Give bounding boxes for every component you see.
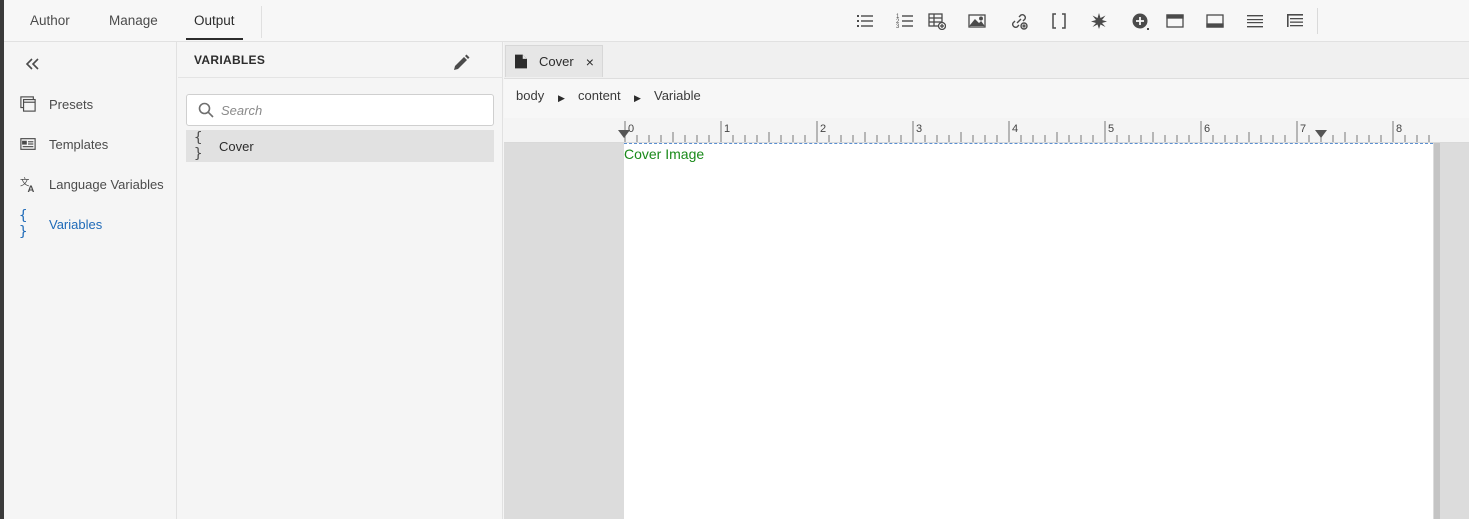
ruler-label: 3 <box>916 123 922 135</box>
bulleted-list-icon[interactable] <box>854 10 876 32</box>
braces-icon: { } <box>194 130 203 162</box>
tab-output[interactable]: Output <box>186 0 243 40</box>
breadcrumb-item[interactable]: body <box>516 88 544 103</box>
page-break-icon[interactable] <box>1244 10 1266 32</box>
breadcrumb-item[interactable]: Variable <box>654 88 701 103</box>
sidebar-item-label: Presets <box>49 96 94 112</box>
tab-manage[interactable]: Manage <box>109 0 158 40</box>
collapse-panel-icon[interactable] <box>22 54 42 74</box>
ruler-label: 0 <box>628 123 634 135</box>
toc-icon[interactable] <box>1284 10 1306 32</box>
asterisk-icon[interactable] <box>1088 10 1110 32</box>
sidebar-item-label: Variables <box>49 216 103 232</box>
search-icon <box>198 102 214 118</box>
header-layout-icon[interactable] <box>1164 10 1186 32</box>
search-input[interactable] <box>221 100 481 120</box>
templates-icon <box>19 135 37 153</box>
svg-text:3: 3 <box>896 24 900 30</box>
panel-header: VARIABLES <box>178 42 503 78</box>
ruler-scale: 0 1 2 3 4 5 6 7 8 <box>618 121 1430 142</box>
braces-icon: { } <box>19 208 28 240</box>
top-bar: Author Manage Output 123 <box>4 0 1469 42</box>
ruler-label: 5 <box>1108 123 1114 135</box>
ruler-label: 8 <box>1396 123 1402 135</box>
edit-pencil-icon[interactable] <box>452 54 470 72</box>
sidebar-item-label: Language Variables <box>49 176 164 192</box>
numbered-list-icon[interactable]: 123 <box>894 10 916 32</box>
variables-panel: VARIABLES { } Cover <box>178 42 503 519</box>
ruler-label: 7 <box>1300 123 1306 135</box>
svg-text:A: A <box>27 184 34 193</box>
sidebar-item-templates[interactable]: Templates <box>4 128 177 160</box>
ruler-label: 2 <box>820 123 826 135</box>
doc-tab-label: Cover <box>539 54 574 69</box>
variable-label: Cover <box>219 138 254 154</box>
ruler-ticks <box>624 121 1430 142</box>
sidebar-item-presets[interactable]: Presets <box>4 88 177 120</box>
insert-table-icon[interactable] <box>926 10 948 32</box>
footer-layout-icon[interactable] <box>1204 10 1226 32</box>
vertical-scrollbar[interactable] <box>1434 143 1440 519</box>
left-nav: Presets Templates 文A Language Variables … <box>4 42 177 519</box>
ruler: 0 1 2 3 4 5 6 7 8 <box>504 118 1469 143</box>
ruler-label: 6 <box>1204 123 1210 135</box>
document-page[interactable]: Cover Image <box>624 143 1433 519</box>
breadcrumb: body ▶ content ▶ Variable <box>504 78 1469 118</box>
breadcrumb-separator-icon: ▶ <box>634 93 641 103</box>
toolbar-divider <box>1317 8 1318 34</box>
document-canvas: Cover Image <box>504 143 1469 519</box>
tab-divider <box>261 6 262 38</box>
brackets-icon[interactable] <box>1048 10 1070 32</box>
right-indent-marker-icon[interactable] <box>1315 130 1327 138</box>
ruler-label: 4 <box>1012 123 1018 135</box>
ruler-labels: 0 1 2 3 4 5 6 7 8 <box>628 123 1402 135</box>
insert-link-icon[interactable] <box>1008 10 1030 32</box>
breadcrumb-item[interactable]: content <box>578 88 621 103</box>
search-box <box>186 94 494 126</box>
list-item[interactable]: { } Cover <box>186 130 494 162</box>
close-icon[interactable]: × <box>586 54 594 70</box>
sidebar-item-language-variables[interactable]: 文A Language Variables <box>4 168 177 200</box>
document-icon <box>515 54 529 70</box>
presets-icon <box>19 95 37 113</box>
ruler-label: 1 <box>724 123 730 135</box>
breadcrumb-separator-icon: ▶ <box>558 93 565 103</box>
page-content-text[interactable]: Cover Image <box>624 146 704 162</box>
sidebar-item-variables[interactable]: { } Variables <box>4 208 177 240</box>
panel-title: VARIABLES <box>194 53 266 67</box>
sidebar-item-label: Templates <box>49 136 109 152</box>
language-icon: 文A <box>19 175 37 193</box>
add-circle-icon[interactable] <box>1129 10 1151 32</box>
tab-cover-document[interactable]: Cover × <box>505 45 603 77</box>
tab-author[interactable]: Author <box>30 0 70 40</box>
insert-image-icon[interactable] <box>966 10 988 32</box>
editor-area: Cover × body ▶ content ▶ Variable 0 1 2 3 4 5… <box>504 42 1469 519</box>
